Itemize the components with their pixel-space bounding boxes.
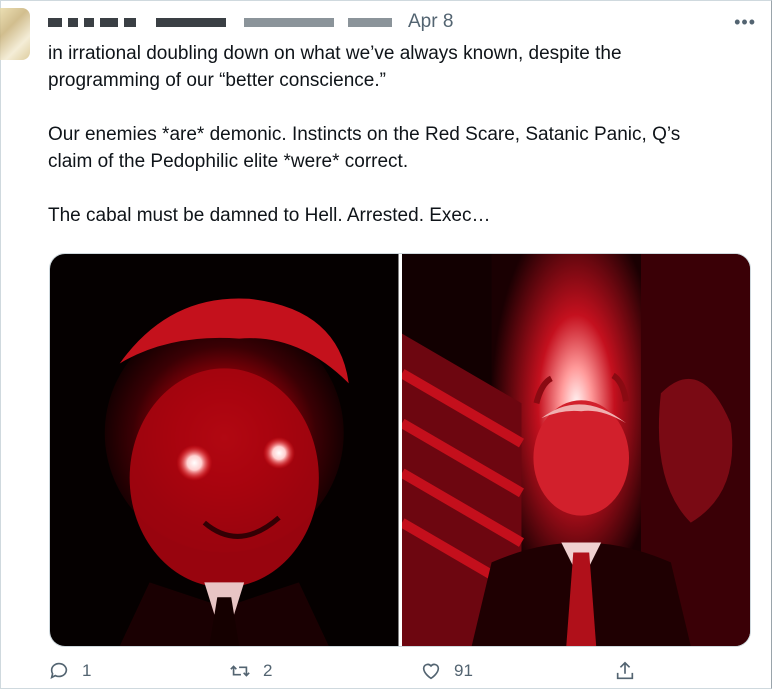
share-icon [616, 661, 634, 680]
retweet-button[interactable]: 2 [229, 660, 272, 682]
media-image-right[interactable] [401, 254, 750, 646]
redacted-name [48, 17, 62, 27]
avatar[interactable] [0, 8, 30, 60]
redacted-handle [244, 17, 334, 27]
heart-icon [422, 663, 440, 680]
tweet-text: in irrational doubling down on what we’v… [48, 43, 681, 226]
redacted-name [124, 17, 136, 27]
redacted-name [156, 17, 226, 27]
reply-count: 1 [82, 661, 92, 680]
tweet-media [49, 253, 751, 647]
reply-icon [50, 662, 68, 679]
red-portrait-image [50, 254, 399, 646]
tweet-date[interactable]: Apr 8 [408, 11, 453, 33]
like-button[interactable]: 91 [420, 660, 473, 682]
redacted-name [68, 17, 78, 27]
like-count: 91 [454, 661, 473, 680]
tweet-actions: 1 2 91 [48, 660, 748, 688]
share-button[interactable] [614, 660, 648, 682]
reply-button[interactable]: 1 [48, 660, 91, 682]
retweet-icon [230, 665, 250, 677]
retweet-count: 2 [263, 661, 273, 680]
more-icon[interactable]: ••• [734, 12, 756, 33]
media-image-left[interactable] [50, 254, 399, 646]
redacted-handle [348, 17, 392, 27]
tweet-header: Apr 8 [48, 10, 754, 34]
red-portrait-image [401, 254, 750, 646]
redacted-name [100, 17, 118, 27]
redacted-name [84, 17, 94, 27]
